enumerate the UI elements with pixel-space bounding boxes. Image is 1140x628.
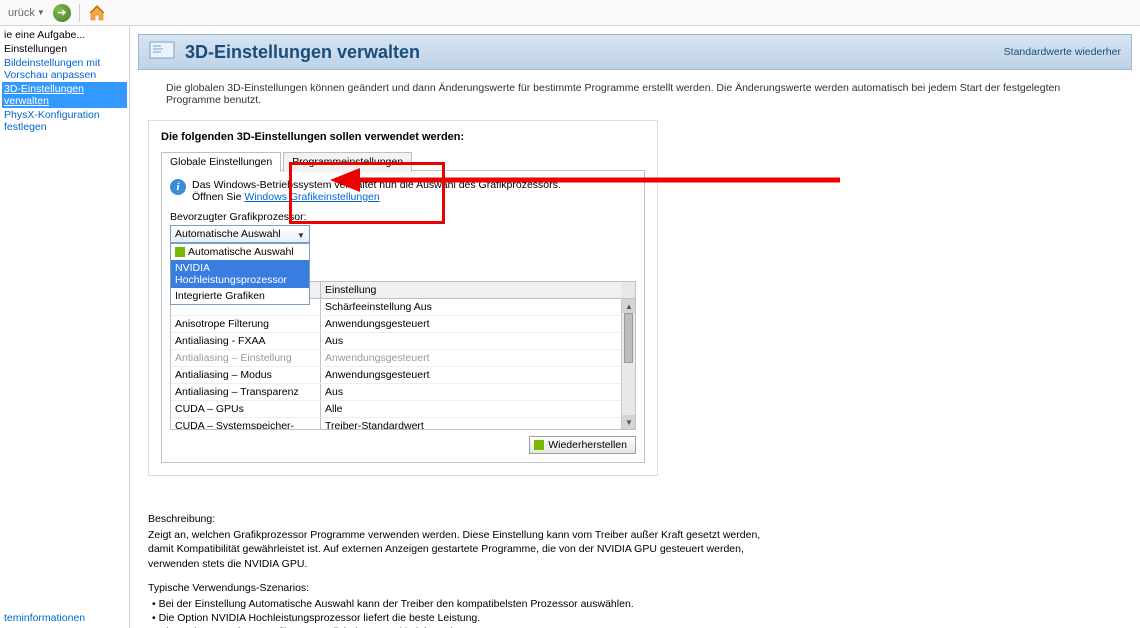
dd-opt-nvidia-label: NVIDIA Hochleistungsprozessor [175, 262, 305, 286]
scrollbar[interactable]: ▲ ▼ [621, 299, 635, 429]
settings-frame: Die folgenden 3D-Einstellungen sollen ve… [148, 120, 658, 476]
sidebar-group: Einstellungen [4, 42, 125, 56]
table-row[interactable]: Antialiasing - FXAAAus [171, 333, 635, 350]
cell-setting: Schärfeeinstellung Aus [321, 299, 621, 315]
desc-heading: Beschreibung: [148, 512, 768, 526]
cell-setting: Anwendungsgesteuert [321, 350, 621, 366]
sidebar-item-preview[interactable]: Bildeinstellungen mit Vorschau anpassen [4, 56, 125, 82]
settings-table-body: Schärfeeinstellung AusAnisotrope Filteru… [171, 299, 635, 429]
tab-program[interactable]: Programmeinstellungen [283, 152, 412, 172]
tabs: Globale Einstellungen Programmeinstellun… [161, 151, 645, 171]
table-row[interactable]: Antialiasing – ModusAnwendungsgesteuert [171, 367, 635, 384]
forward-button[interactable]: ➔ [53, 4, 71, 22]
scroll-thumb[interactable] [624, 313, 633, 363]
cell-feature: Antialiasing – Modus [171, 367, 321, 383]
restore-button[interactable]: Wiederherstellen [529, 436, 636, 454]
info-icon: i [170, 179, 186, 195]
back-button[interactable]: urück ▼ [4, 5, 49, 21]
main-panel: 3D-Einstellungen verwalten Standardwerte… [130, 26, 1140, 628]
page-banner: 3D-Einstellungen verwalten Standardwerte… [138, 34, 1132, 70]
restore-button-label: Wiederherstellen [548, 439, 627, 451]
cell-feature: CUDA – GPUs [171, 401, 321, 417]
info-line1: Das Windows-Betriebssystem verwaltet nun… [192, 179, 561, 191]
chevron-down-icon: ▼ [295, 228, 307, 242]
description-block: Beschreibung: Zeigt an, welchen Grafikpr… [148, 512, 768, 628]
monitor-icon [149, 41, 175, 63]
table-row[interactable]: CUDA – Systemspeicher-Fallback-Richtlini… [171, 418, 635, 429]
table-row[interactable]: Antialiasing – TransparenzAus [171, 384, 635, 401]
gpu-dropdown[interactable]: Automatische Auswahl ▼ Automatische Ausw… [170, 225, 310, 243]
dd-opt-integrated[interactable]: Integrierte Grafiken [171, 288, 309, 304]
cell-setting: Aus [321, 333, 621, 349]
back-label: urück [8, 7, 35, 19]
windows-graphics-link[interactable]: Windows Grafikeinstellungen [244, 191, 379, 203]
gpu-dropdown-value: Automatische Auswahl [175, 228, 281, 240]
scenarios-heading: Typische Verwendungs-Szenarios: [148, 581, 768, 595]
dd-opt-auto-label: Automatische Auswahl [188, 246, 294, 258]
tab-global[interactable]: Globale Einstellungen [161, 152, 281, 172]
dd-opt-integrated-label: Integrierte Grafiken [175, 290, 265, 302]
system-info-link[interactable]: teminformationen [4, 612, 85, 624]
nvidia-icon [534, 440, 544, 450]
navigation-toolbar: urück ▼ ➔ [0, 0, 1140, 26]
chevron-down-icon: ▼ [37, 8, 45, 17]
scenario-1: Bei der Einstellung Automatische Auswahl… [152, 597, 768, 611]
home-button[interactable] [88, 4, 106, 22]
info-message: i Das Windows-Betriebssystem verwaltet n… [170, 179, 636, 203]
cell-setting: Treiber-Standardwert [321, 418, 621, 429]
cell-feature: Antialiasing – Einstellung [171, 350, 321, 366]
cell-setting: Anwendungsgesteuert [321, 367, 621, 383]
scroll-down-icon[interactable]: ▼ [622, 415, 635, 429]
table-row[interactable]: Anisotrope FilterungAnwendungsgesteuert [171, 316, 635, 333]
arrow-right-icon: ➔ [57, 6, 66, 19]
cell-setting: Aus [321, 384, 621, 400]
info-line2a: Öffnen Sie [192, 191, 244, 203]
tab-panel-global: i Das Windows-Betriebssystem verwaltet n… [161, 170, 645, 463]
cell-feature: Antialiasing - FXAA [171, 333, 321, 349]
gpu-dropdown-button[interactable]: Automatische Auswahl ▼ [170, 225, 310, 243]
dd-opt-auto[interactable]: Automatische Auswahl [171, 244, 309, 260]
toolbar-separator [79, 4, 80, 22]
sidebar-item-physx[interactable]: PhysX-Konfiguration festlegen [4, 108, 125, 134]
gpu-dropdown-list: Automatische Auswahl NVIDIA Hochleistung… [170, 243, 310, 305]
cell-feature: Antialiasing – Transparenz [171, 384, 321, 400]
sidebar-item-3d-settings[interactable]: 3D-Einstellungen verwalten [2, 82, 127, 108]
home-icon [88, 4, 106, 22]
restore-defaults-link[interactable]: Standardwerte wiederher [1004, 46, 1121, 58]
desc-text: Zeigt an, welchen Grafikprozessor Progra… [148, 528, 768, 571]
sidebar: ie eine Aufgabe... Einstellungen Bildein… [0, 26, 130, 628]
page-title: 3D-Einstellungen verwalten [185, 42, 420, 63]
col-setting: Einstellung [321, 282, 621, 298]
intro-text: Die globalen 3D-Einstellungen können geä… [138, 70, 1132, 120]
table-row[interactable]: Antialiasing – EinstellungAnwendungsgest… [171, 350, 635, 367]
dd-opt-nvidia[interactable]: NVIDIA Hochleistungsprozessor [171, 260, 309, 288]
settings-heading: Die folgenden 3D-Einstellungen sollen ve… [161, 131, 645, 143]
nvidia-icon [175, 247, 185, 257]
table-row[interactable]: CUDA – GPUsAlle [171, 401, 635, 418]
gpu-label: Bevorzugter Grafikprozessor: [170, 211, 636, 223]
sidebar-task-heading: ie eine Aufgabe... [4, 28, 125, 42]
scrollbar-head [621, 282, 635, 298]
scenario-2: Die Option NVIDIA Hochleistungsprozessor… [152, 611, 768, 625]
cell-setting: Anwendungsgesteuert [321, 316, 621, 332]
cell-setting: Alle [321, 401, 621, 417]
cell-feature: CUDA – Systemspeicher-Fallback-Richtlini… [171, 418, 321, 429]
cell-feature: Anisotrope Filterung [171, 316, 321, 332]
scroll-up-icon[interactable]: ▲ [622, 299, 635, 313]
info-text: Das Windows-Betriebssystem verwaltet nun… [192, 179, 561, 203]
scenarios-list: Bei der Einstellung Automatische Auswahl… [148, 597, 768, 628]
